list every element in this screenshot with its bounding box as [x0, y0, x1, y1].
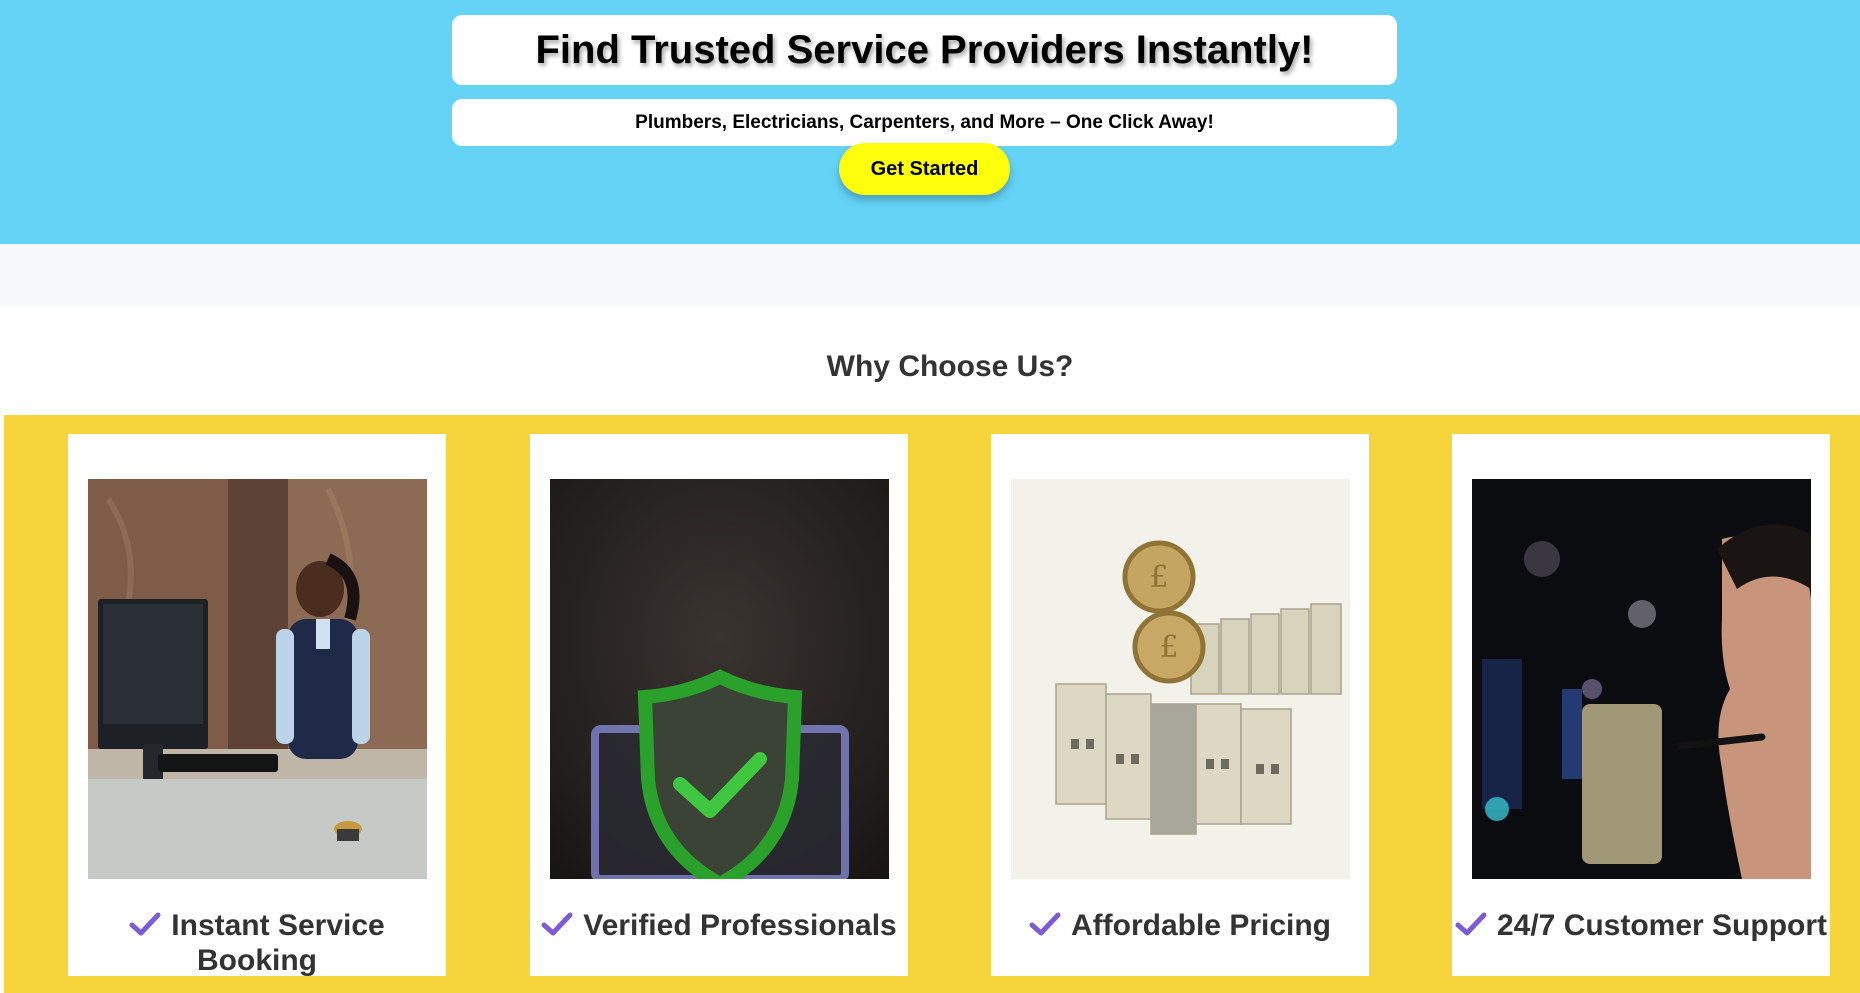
feature-label: Verified Professionals	[530, 908, 908, 943]
feature-card-affordable-pricing: £ £ Affordable Pricing	[991, 434, 1369, 976]
feature-label: Instant Service Booking	[68, 908, 446, 978]
section-divider	[0, 244, 1860, 306]
check-icon	[1455, 912, 1487, 936]
feature-label: Affordable Pricing	[991, 908, 1369, 943]
hero-subtitle: Plumbers, Electricians, Carpenters, and …	[635, 111, 1214, 133]
get-started-button[interactable]: Get Started	[839, 143, 1010, 195]
hero-title: Find Trusted Service Providers Instantly…	[535, 27, 1314, 72]
hero-section: Find Trusted Service Providers Instantly…	[0, 0, 1860, 244]
receptionist-photo	[88, 479, 427, 879]
check-icon	[129, 912, 161, 936]
feature-card-verified-professionals: Verified Professionals	[530, 434, 908, 976]
feature-card-instant-booking: Instant Service Booking	[68, 434, 446, 978]
hero-title-box: Find Trusted Service Providers Instantly…	[452, 15, 1397, 85]
svg-text:£: £	[1149, 560, 1168, 595]
coins-houses-photo: £ £	[1011, 479, 1350, 879]
hero-subtitle-box: Plumbers, Electricians, Carpenters, and …	[452, 99, 1397, 146]
feature-label-text: Verified Professionals	[583, 909, 897, 942]
why-choose-us-title: Why Choose Us?	[826, 350, 1074, 383]
feature-label: 24/7 Customer Support	[1452, 908, 1830, 943]
feature-label-text: Instant Service Booking	[171, 909, 385, 977]
feature-card-customer-support: 24/7 Customer Support	[1452, 434, 1830, 976]
support-agent-photo	[1472, 479, 1811, 879]
check-icon	[541, 912, 573, 936]
svg-text:£: £	[1159, 630, 1178, 665]
shield-photo	[550, 479, 889, 879]
feature-label-text: Affordable Pricing	[1070, 909, 1332, 942]
check-icon	[1029, 912, 1061, 936]
feature-label-text: 24/7 Customer Support	[1496, 909, 1828, 942]
